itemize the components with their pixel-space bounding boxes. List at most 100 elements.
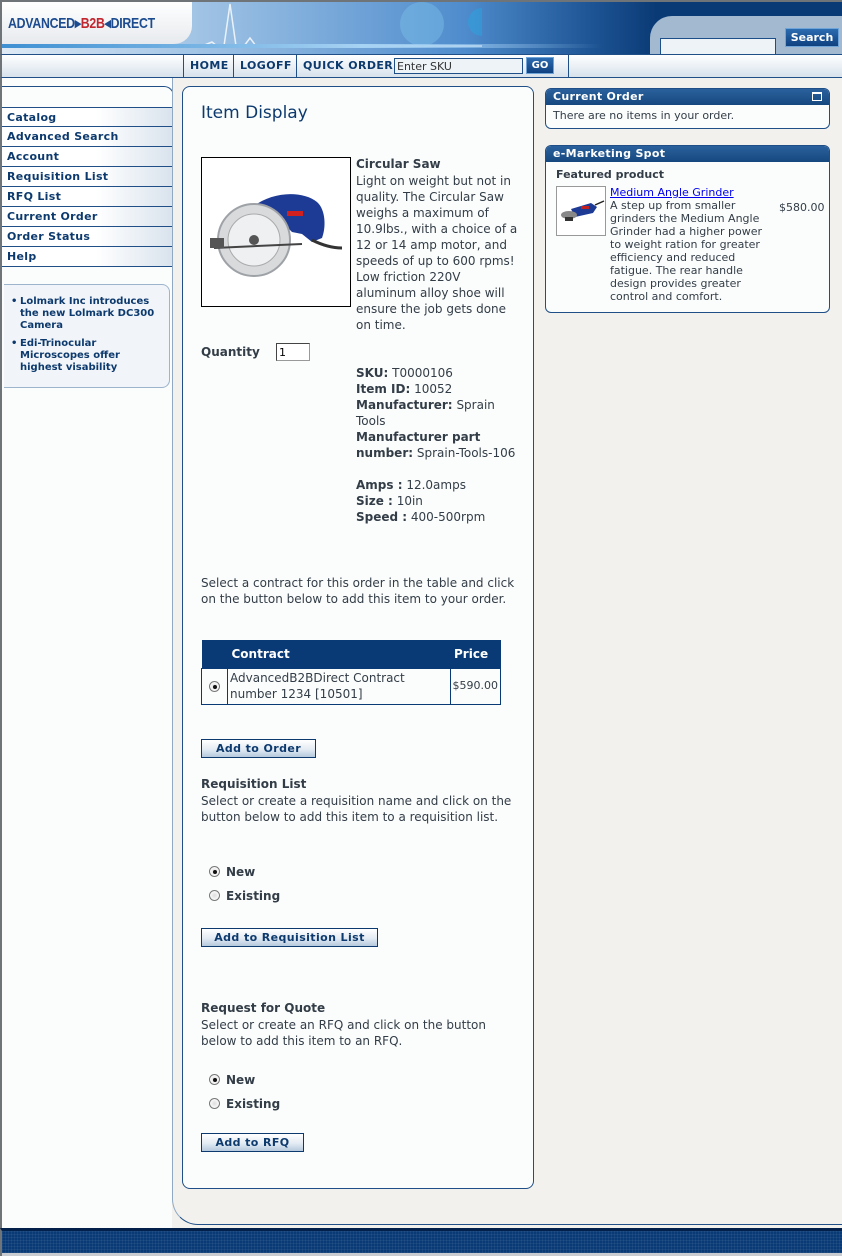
sku-label: SKU: [356, 366, 389, 380]
contract-radio[interactable] [209, 681, 220, 692]
product-name: Circular Saw [356, 157, 441, 171]
item-id-row: Item ID: 10052 [356, 381, 518, 397]
left-sidebar: Catalog Advanced Search Account Requisit… [0, 78, 174, 1228]
mfr-part-value: Sprain-Tools-106 [416, 446, 516, 460]
news-item[interactable]: Edi-Trinocular Microscopes offer highest… [11, 338, 163, 374]
nav-home[interactable]: HOME [183, 55, 235, 77]
rfq-existing-label: Existing [226, 1097, 281, 1111]
size-value: 10in [396, 494, 423, 508]
table-row: AdvancedB2BDirect Contract number 1234 [… [201, 667, 501, 705]
add-to-requisition-button[interactable]: Add to Requisition List [201, 928, 378, 947]
requisition-description: Select or create a requisition name and … [201, 794, 512, 824]
requisition-existing-label: Existing [226, 889, 281, 903]
rfq-new-option[interactable]: New [209, 1073, 255, 1087]
e-marketing-header: e-Marketing Spot [546, 146, 829, 162]
featured-product-link[interactable]: Medium Angle Grinder [610, 186, 734, 199]
current-order-header: Current Order [546, 89, 829, 105]
amps-value: 12.0amps [406, 478, 466, 492]
angle-grinder-icon [561, 200, 605, 221]
manufacturer-row: Manufacturer: Sprain Tools [356, 397, 518, 429]
product-image [201, 157, 351, 307]
speed-row: Speed : 400-500rpm [356, 509, 518, 525]
featured-product-price: $580.00 [779, 201, 825, 214]
news-item[interactable]: Lolmark Inc introduces the new Lolmark D… [11, 296, 163, 332]
rfq-new-radio[interactable] [209, 1074, 220, 1085]
size-label: Size : [356, 494, 393, 508]
rfq-new-label: New [226, 1073, 256, 1087]
sidebar-top-border [2, 86, 174, 106]
select-column-header [201, 640, 228, 668]
product-description: Light on weight but not in quality. The … [356, 174, 518, 332]
nav-logoff[interactable]: LOGOFF [233, 55, 298, 77]
logo-text-direct: DIRECT [110, 15, 156, 32]
nav-divider [568, 55, 569, 77]
logo[interactable]: ADVANCED▸B2B◂DIRECT [8, 14, 155, 32]
amps-row: Amps : 12.0amps [356, 477, 518, 493]
speed-value: 400-500rpm [410, 510, 486, 524]
sidebar-item-account[interactable]: Account [2, 147, 174, 167]
manufacturer-label: Manufacturer: [356, 398, 453, 412]
maximize-icon[interactable] [812, 92, 822, 101]
sku-row: SKU: T0000106 [356, 365, 518, 381]
logo-text-b2b: B2B [80, 15, 105, 32]
rfq-existing-option[interactable]: Existing [209, 1097, 280, 1111]
speed-label: Speed : [356, 510, 408, 524]
amps-label: Amps : [356, 478, 403, 492]
sidebar-item-catalog[interactable]: Catalog [2, 107, 174, 127]
contract-price: $590.00 [449, 667, 501, 705]
sidebar-item-advanced-search[interactable]: Advanced Search [2, 127, 174, 147]
size-row: Size : 10in [356, 493, 518, 509]
top-nav-bar: HOME LOGOFF QUICK ORDER GO [0, 54, 842, 78]
quick-order-sku-input[interactable] [394, 58, 523, 74]
search-input[interactable] [660, 38, 776, 55]
requisition-existing-option[interactable]: Existing [209, 889, 280, 903]
header-accent-line [2, 44, 602, 48]
logo-text-advanced: ADVANCED [8, 15, 75, 32]
sidebar-item-current-order[interactable]: Current Order [2, 207, 174, 227]
requisition-new-option[interactable]: New [209, 865, 255, 879]
current-order-panel: Current Order There are no items in your… [545, 88, 830, 129]
search-button[interactable]: Search [785, 28, 839, 47]
requisition-existing-radio[interactable] [209, 890, 220, 901]
quantity-label: Quantity [201, 345, 260, 359]
featured-product-label: Featured product [556, 168, 664, 181]
quick-order-go-button[interactable]: GO [526, 57, 554, 74]
sku-value: T0000106 [392, 366, 453, 380]
sidebar-item-requisition-list[interactable]: Requisition List [2, 167, 174, 187]
featured-product-description: A step up from smaller grinders the Medi… [610, 199, 763, 303]
price-column-header: Price [450, 640, 501, 668]
add-to-rfq-button[interactable]: Add to RFQ [201, 1133, 304, 1152]
mfr-part-row: Manufacturer part number: Sprain-Tools-1… [356, 429, 518, 461]
search-area: Search [650, 16, 842, 56]
contract-column-header: Contract [227, 640, 450, 668]
requisition-new-radio[interactable] [209, 866, 220, 877]
e-marketing-panel: e-Marketing Spot Featured product Medium… [545, 145, 830, 313]
contract-name: AdvancedB2BDirect Contract number 1234 [… [227, 667, 451, 705]
quantity-input[interactable] [276, 343, 310, 361]
logo-area: ADVANCED▸B2B◂DIRECT [2, 2, 192, 44]
product-specs: SKU: T0000106 Item ID: 10052 Manufacture… [356, 365, 518, 525]
add-to-order-button[interactable]: Add to Order [201, 739, 316, 758]
sidebar-item-help[interactable]: Help [2, 247, 174, 267]
item-id-label: Item ID: [356, 382, 411, 396]
current-order-title: Current Order [553, 90, 644, 103]
featured-product-image[interactable] [556, 186, 606, 236]
sidebar-item-rfq-list[interactable]: RFQ List [2, 187, 174, 207]
contract-table: Contract Price AdvancedB2BDirect Contrac… [201, 640, 501, 705]
circular-saw-icon [210, 194, 343, 277]
requisition-title: Requisition List [201, 777, 307, 791]
page-title: Item Display [201, 103, 308, 123]
header-banner: ADVANCED▸B2B◂DIRECT Search [0, 0, 842, 56]
news-box: Lolmark Inc introduces the new Lolmark D… [4, 284, 170, 388]
rfq-title: Request for Quote [201, 1001, 326, 1015]
current-order-message: There are no items in your order. [553, 109, 735, 122]
sidebar-item-order-status[interactable]: Order Status [2, 227, 174, 247]
item-display-panel: Item Display Circular Saw Light on weigh… [182, 86, 534, 1189]
requisition-new-label: New [226, 865, 256, 879]
item-id-value: 10052 [414, 382, 453, 396]
sidebar-menu: Catalog Advanced Search Account Requisit… [2, 107, 174, 267]
nav-quick-order-label: QUICK ORDER [296, 55, 399, 77]
rfq-existing-radio[interactable] [209, 1098, 220, 1109]
rfq-description: Select or create an RFQ and click on the… [201, 1018, 486, 1048]
contract-table-header: Contract Price [201, 640, 501, 668]
